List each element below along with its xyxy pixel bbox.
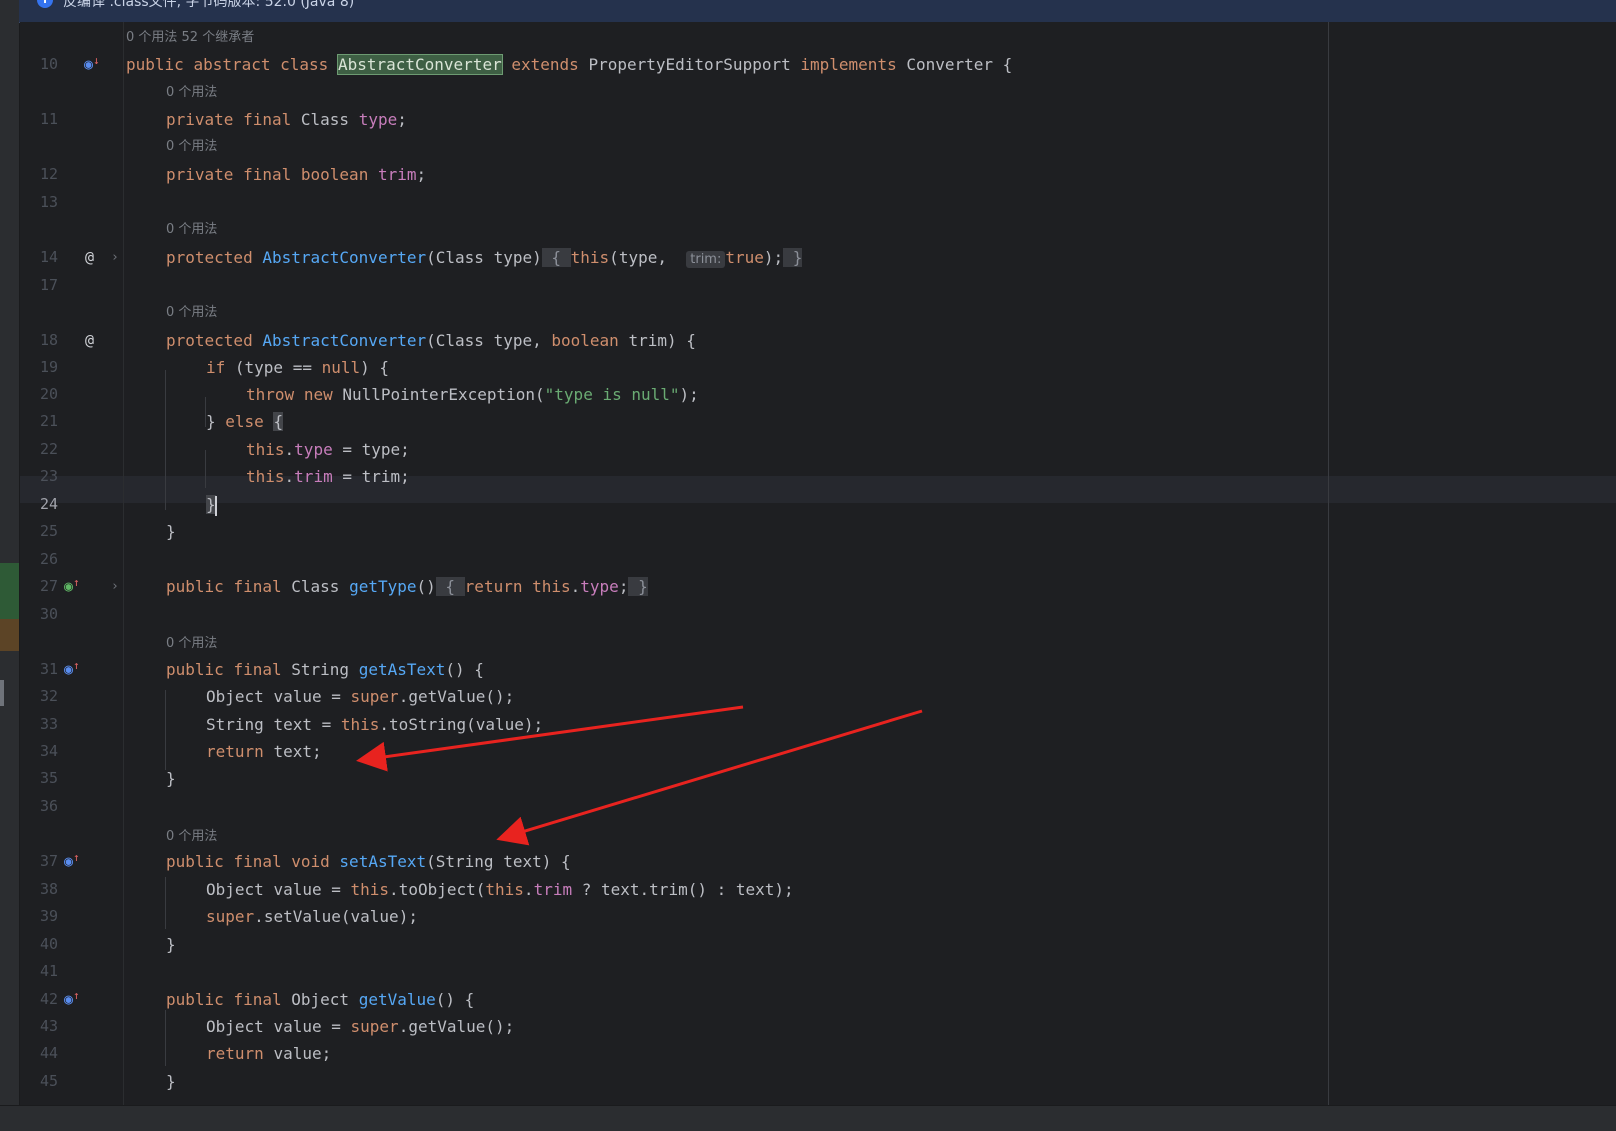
red-arrow — [356, 705, 744, 772]
status-bar — [0, 1105, 1616, 1131]
red-arrow — [496, 709, 923, 846]
annotation-arrows — [356, 705, 923, 846]
